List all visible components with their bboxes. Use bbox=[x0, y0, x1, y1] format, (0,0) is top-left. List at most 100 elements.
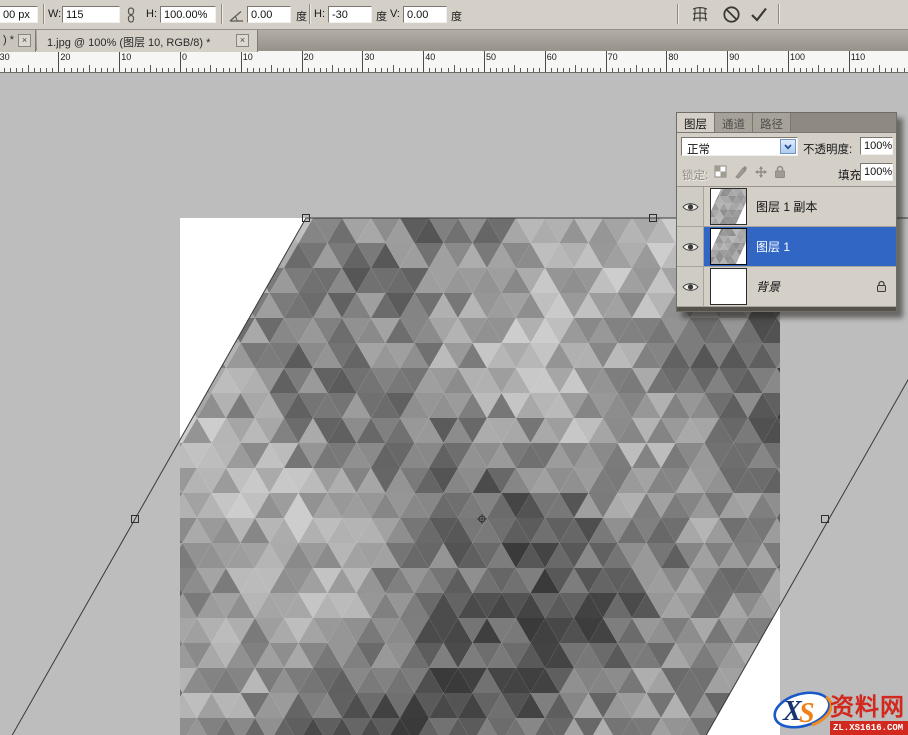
layer-thumbnail[interactable] bbox=[710, 228, 747, 265]
opacity-field[interactable]: 100% bbox=[860, 137, 893, 155]
ruler-minor-tick bbox=[642, 68, 643, 72]
ruler-minor-tick bbox=[600, 68, 601, 72]
ruler-minor-tick bbox=[502, 68, 503, 72]
visibility-toggle[interactable] bbox=[677, 267, 704, 306]
ruler-tick-label: 10 bbox=[243, 52, 253, 62]
close-icon[interactable]: × bbox=[236, 34, 249, 47]
height-field[interactable] bbox=[160, 6, 216, 23]
watermark-site-name: 资料网 bbox=[830, 696, 908, 720]
panel-tab-通道[interactable]: 通道 bbox=[715, 113, 753, 132]
ruler-tick-label: 80 bbox=[668, 52, 678, 62]
ruler-tick-label: 110 bbox=[851, 52, 865, 62]
ruler-minor-tick bbox=[131, 68, 132, 72]
layer-name: 图层 1 bbox=[756, 238, 790, 255]
ruler-tick-label: 20 bbox=[60, 52, 70, 62]
visibility-toggle[interactable] bbox=[677, 227, 704, 266]
layer-thumbnail[interactable] bbox=[710, 188, 747, 225]
background-document-tab[interactable]: ) * × bbox=[0, 30, 36, 52]
ruler-major-tick bbox=[849, 51, 850, 72]
blend-mode-dropdown[interactable]: 正常 bbox=[681, 137, 798, 156]
ruler-minor-tick bbox=[514, 65, 515, 72]
layer-row-2[interactable]: 背景 bbox=[677, 267, 896, 307]
separator bbox=[43, 4, 44, 24]
ruler-major-tick bbox=[727, 51, 728, 72]
ruler-minor-tick bbox=[697, 65, 698, 72]
eye-icon[interactable] bbox=[682, 281, 699, 293]
ruler-minor-tick bbox=[879, 65, 880, 72]
ruler-minor-tick bbox=[873, 68, 874, 72]
ruler-minor-tick bbox=[40, 68, 41, 72]
lock-all-icon[interactable] bbox=[774, 165, 786, 184]
panel-tab-路径[interactable]: 路径 bbox=[753, 113, 791, 132]
eye-icon[interactable] bbox=[682, 201, 699, 213]
ruler-minor-tick bbox=[46, 68, 47, 72]
link-dimensions-icon[interactable] bbox=[126, 7, 136, 28]
eye-icon[interactable] bbox=[682, 241, 699, 253]
visibility-toggle[interactable] bbox=[677, 187, 704, 226]
panel-tab-图层[interactable]: 图层 bbox=[677, 113, 715, 132]
position-field[interactable] bbox=[0, 6, 38, 23]
lock-pixels-icon[interactable] bbox=[734, 165, 748, 184]
layer-thumbnail[interactable] bbox=[710, 268, 747, 305]
ruler-minor-tick bbox=[508, 68, 509, 72]
close-icon[interactable]: × bbox=[18, 34, 31, 47]
h-skew-field[interactable] bbox=[328, 6, 372, 23]
ruler-minor-tick bbox=[636, 65, 637, 72]
width-field[interactable] bbox=[62, 6, 120, 23]
separator bbox=[677, 4, 678, 24]
ruler-tick-label: 60 bbox=[547, 52, 557, 62]
ruler-minor-tick bbox=[198, 68, 199, 72]
ruler-minor-tick bbox=[308, 68, 309, 72]
layer-name: 背景 bbox=[756, 278, 780, 295]
lock-transparency-icon[interactable] bbox=[714, 165, 727, 183]
ruler-minor-tick bbox=[630, 68, 631, 72]
layer-row-0[interactable]: 图层 1 副本 bbox=[677, 187, 896, 227]
ruler-minor-tick bbox=[144, 68, 145, 72]
ruler-minor-tick bbox=[223, 68, 224, 72]
ruler-minor-tick bbox=[691, 68, 692, 72]
ruler-minor-tick bbox=[466, 68, 467, 72]
horizontal-ruler[interactable]: 3020100102030405060708090100110120 bbox=[0, 51, 908, 73]
fill-field[interactable]: 100% bbox=[860, 163, 893, 181]
tab-label: ) * bbox=[3, 34, 14, 46]
ruler-minor-tick bbox=[435, 68, 436, 72]
ruler-minor-tick bbox=[897, 68, 898, 72]
height-label: H: bbox=[146, 8, 157, 20]
ruler-minor-tick bbox=[4, 68, 5, 72]
ruler-minor-tick bbox=[95, 68, 96, 72]
cancel-transform-icon[interactable] bbox=[722, 5, 741, 29]
ruler-minor-tick bbox=[539, 68, 540, 72]
commit-transform-icon[interactable] bbox=[749, 6, 769, 28]
warp-mode-icon[interactable] bbox=[690, 6, 709, 28]
rotate-field[interactable] bbox=[247, 6, 291, 23]
layer-row-1[interactable]: 图层 1 bbox=[677, 227, 896, 267]
ruler-minor-tick bbox=[721, 68, 722, 72]
ruler-minor-tick bbox=[34, 68, 35, 72]
ruler-minor-tick bbox=[52, 68, 53, 72]
ruler-minor-tick bbox=[210, 65, 211, 72]
h-skew-unit-label: 度 bbox=[376, 8, 387, 24]
ruler-minor-tick bbox=[703, 68, 704, 72]
separator bbox=[221, 4, 222, 24]
blend-mode-row: 正常 不透明度: 100% bbox=[677, 133, 896, 160]
lock-row: 锁定: 填充: 100% bbox=[677, 160, 896, 187]
ruler-major-tick bbox=[545, 51, 546, 72]
ruler-minor-tick bbox=[417, 68, 418, 72]
lock-position-icon[interactable] bbox=[754, 165, 768, 184]
active-document-tab[interactable]: 1.jpg @ 100% (图层 10, RGB/8) * × bbox=[37, 30, 258, 52]
ruler-minor-tick bbox=[411, 68, 412, 72]
ruler-minor-tick bbox=[271, 65, 272, 72]
ruler-major-tick bbox=[58, 51, 59, 72]
chevron-down-icon[interactable] bbox=[780, 139, 796, 154]
ruler-minor-tick bbox=[393, 65, 394, 72]
v-skew-field[interactable] bbox=[403, 6, 447, 23]
ruler-minor-tick bbox=[648, 68, 649, 72]
ruler-minor-tick bbox=[812, 68, 813, 72]
ruler-minor-tick bbox=[855, 68, 856, 72]
watermark-site-url: ZL.XS1616.COM bbox=[830, 721, 908, 735]
ruler-minor-tick bbox=[806, 68, 807, 72]
ruler-minor-tick bbox=[904, 68, 905, 72]
photoshop-window: W: H: 度 H: 度 V: 度 ) * bbox=[0, 0, 908, 735]
ruler-minor-tick bbox=[283, 68, 284, 72]
layers-list: 图层 1 副本图层 1 背景 bbox=[677, 187, 896, 307]
